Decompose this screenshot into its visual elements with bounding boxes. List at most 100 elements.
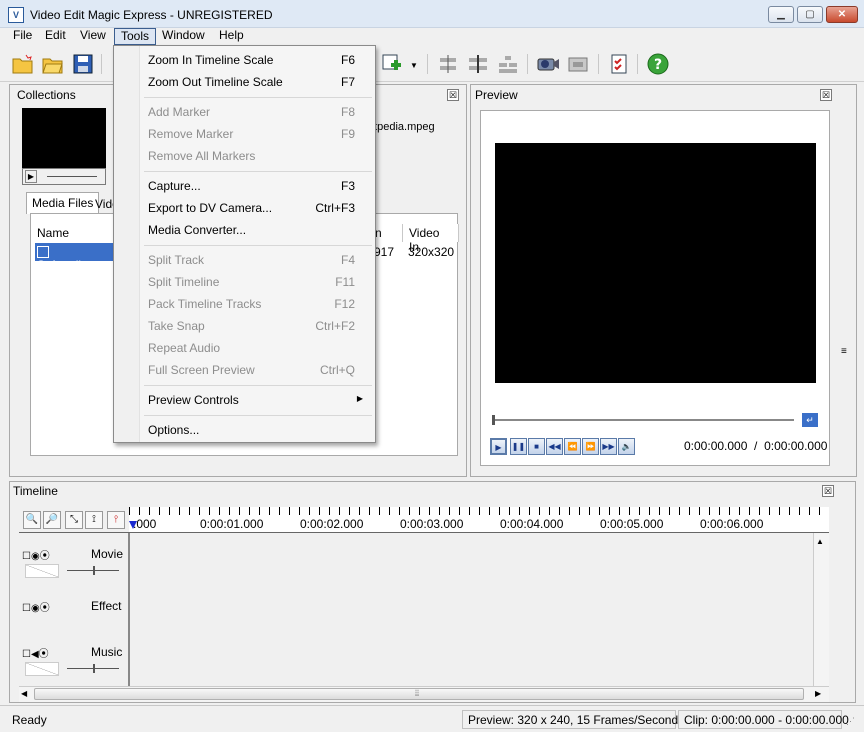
menu-separator	[144, 97, 372, 98]
tools-dropdown-menu: Zoom In Timeline Scale F6 Zoom Out Timel…	[113, 45, 376, 443]
save-icon[interactable]	[70, 51, 96, 77]
previous-frame-button[interactable]: ◀◀	[546, 438, 563, 455]
split-icon[interactable]	[465, 51, 491, 77]
capture-camera-icon[interactable]	[535, 51, 561, 77]
timeline-title: Timeline	[13, 484, 58, 498]
shortcut-zoom-out: F7	[340, 75, 355, 89]
open-folder-icon[interactable]	[40, 51, 66, 77]
scroll-left-icon[interactable]: ◀	[21, 689, 27, 698]
maximize-button[interactable]: ▢	[797, 6, 823, 23]
preview-title: Preview	[475, 88, 518, 102]
new-project-icon[interactable]	[10, 51, 36, 77]
preview-seek-track[interactable]	[494, 419, 794, 421]
move-left-icon[interactable]	[435, 51, 461, 77]
volume-button[interactable]: 🔈	[618, 438, 635, 455]
collection-thumbnail	[22, 108, 106, 168]
file-duration-cell: 917	[374, 245, 395, 259]
timeline-close-icon[interactable]: ☒	[822, 485, 834, 497]
shortcut-capture: F3	[340, 179, 355, 193]
mini-play-icon[interactable]: ▶	[25, 170, 37, 183]
column-header-video-info[interactable]: Video In	[403, 224, 459, 254]
timeline-zoom-in-icon[interactable]: 🔍	[23, 511, 41, 529]
table-row[interactable]: Softpedia.m	[35, 243, 115, 272]
music-track-slider-thumb[interactable]	[93, 664, 95, 673]
timeline-select-icon[interactable]: ⤡	[65, 511, 83, 529]
movie-track-slider-thumb[interactable]	[93, 566, 95, 575]
menu-help[interactable]: Help	[213, 28, 250, 45]
menu-item-options[interactable]: Options...	[148, 423, 199, 437]
file-name: Softpedia.m	[37, 258, 102, 272]
checklist-icon[interactable]	[606, 51, 632, 77]
music-track-controls[interactable]: ☐◀⦿	[22, 645, 62, 660]
menu-item-capture[interactable]: Capture...	[148, 179, 201, 193]
minimize-button[interactable]: ▁	[768, 6, 794, 23]
playhead-marker-icon[interactable]	[129, 521, 137, 529]
menu-item-preview-controls[interactable]: Preview Controls	[148, 393, 239, 407]
export-dv-icon[interactable]	[566, 51, 592, 77]
timeline-track-area[interactable]	[129, 533, 813, 686]
menu-edit[interactable]: Edit	[39, 28, 72, 45]
track-label-movie: Movie	[91, 547, 124, 561]
scroll-right-icon[interactable]: ▶	[815, 689, 821, 698]
menu-window[interactable]: Window	[156, 28, 211, 45]
title-bar: V Video Edit Magic Express - UNREGISTERE…	[0, 0, 864, 28]
status-ready: Ready	[12, 713, 47, 727]
menu-item-media-converter[interactable]: Media Converter...	[148, 223, 246, 237]
preview-seek-thumb[interactable]	[492, 415, 495, 425]
menu-item-export-dv[interactable]: Export to DV Camera...	[148, 201, 272, 215]
next-frame-button[interactable]: ▶▶	[600, 438, 617, 455]
menu-item-remove-marker: Remove Marker	[148, 127, 234, 141]
mini-seek-track[interactable]	[47, 176, 97, 177]
shortcut-export-dv: Ctrl+F3	[315, 201, 355, 215]
menu-separator	[144, 171, 372, 172]
tick-label: 0:00:05.000	[600, 517, 664, 531]
scroll-grip-icon: ⦙⦙	[415, 688, 420, 698]
status-preview-info: Preview: 320 x 240, 15 Frames/Second	[462, 710, 678, 729]
tab-media-files[interactable]: Media Files	[26, 192, 100, 214]
stop-button[interactable]: ■	[528, 438, 545, 455]
main-vertical-splitter[interactable]: ≡	[838, 84, 854, 477]
scroll-up-icon[interactable]: ▲	[816, 537, 824, 546]
add-track-icon[interactable]	[380, 51, 406, 77]
menu-item-full-screen-preview: Full Screen Preview	[148, 363, 255, 377]
dropdown-arrow-icon[interactable]: ▼	[410, 61, 418, 70]
resize-grip-icon[interactable]: ⋰	[846, 716, 855, 727]
timeline-horizontal-scrollbar[interactable]: ◀ ⦙⦙ ▶	[19, 686, 829, 702]
mini-player: ▶	[22, 168, 106, 185]
help-icon[interactable]: ?	[645, 51, 671, 77]
splitter-grip-icon: ≡	[841, 346, 847, 357]
toolbar-separator	[427, 54, 428, 74]
preview-loop-icon[interactable]: ↵	[802, 413, 818, 427]
shortcut-split-track: F4	[340, 253, 355, 267]
toolbar-separator	[637, 54, 638, 74]
menu-file[interactable]: File	[7, 28, 38, 45]
menu-separator	[144, 415, 372, 416]
close-button[interactable]: ✕	[826, 6, 858, 23]
menu-tools[interactable]: Tools	[114, 28, 157, 45]
collections-close-icon[interactable]: ☒	[447, 89, 459, 101]
menu-item-zoom-out[interactable]: Zoom Out Timeline Scale	[148, 75, 283, 89]
rewind-button[interactable]: ⏪	[564, 438, 581, 455]
pack-tracks-icon[interactable]	[495, 51, 521, 77]
movie-track-controls[interactable]: ☐◉⦿	[22, 547, 62, 562]
play-button[interactable]: ▶	[490, 438, 507, 455]
forward-button[interactable]: ⏩	[582, 438, 599, 455]
preview-time-readout: 0:00:00.000 / 0:00:00.000	[684, 439, 828, 453]
timeline-zoom-out-icon[interactable]: 🔎	[43, 511, 61, 529]
preview-close-icon[interactable]: ☒	[820, 89, 832, 101]
menu-item-pack-tracks: Pack Timeline Tracks	[148, 297, 262, 311]
effect-track-controls[interactable]: ☐◉⦿	[22, 599, 62, 614]
timeline-marker-icon[interactable]: ⫯	[107, 511, 125, 529]
menu-separator	[144, 245, 372, 246]
pause-button[interactable]: ❚❚	[510, 438, 527, 455]
timeline-vertical-scrollbar[interactable]: ▲	[813, 533, 829, 686]
submenu-arrow-icon: ▶	[356, 394, 363, 403]
shortcut-add-marker: F8	[340, 105, 355, 119]
menu-bar: File Edit View Tools Window Help	[0, 28, 864, 46]
menu-item-take-snap: Take Snap	[148, 319, 205, 333]
menu-view[interactable]: View	[74, 28, 112, 45]
timeline-trim-icon[interactable]: ⟟	[85, 511, 103, 529]
menu-item-zoom-in[interactable]: Zoom In Timeline Scale	[148, 53, 273, 67]
timeline-ruler[interactable]: .000 0:00:01.000 0:00:02.000 0:00:03.000…	[129, 507, 829, 533]
collections-title: Collections	[17, 88, 76, 102]
